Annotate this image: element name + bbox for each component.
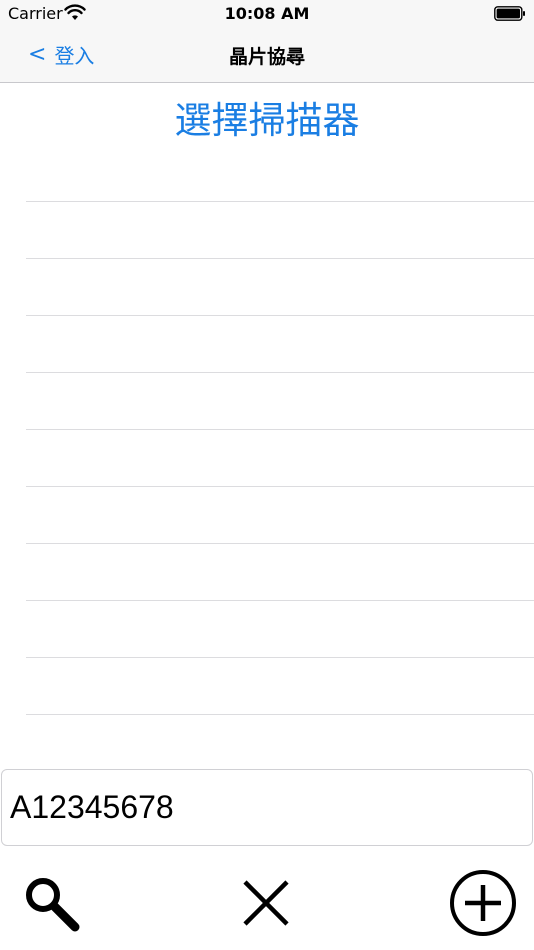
close-icon (243, 880, 289, 926)
list-item[interactable] (26, 544, 534, 601)
chip-number-field-container (1, 769, 533, 846)
list-item[interactable] (26, 145, 534, 202)
select-scanner-button[interactable]: 選擇掃描器 (0, 90, 534, 144)
bottom-toolbar (0, 848, 534, 950)
chip-number-input[interactable] (2, 770, 532, 845)
search-button[interactable] (16, 868, 86, 938)
scanner-list (26, 145, 534, 715)
list-item[interactable] (26, 601, 534, 658)
plus-circle-icon (450, 870, 516, 936)
clear-button[interactable] (231, 868, 301, 938)
list-item[interactable] (26, 316, 534, 373)
search-icon (26, 878, 80, 932)
list-item[interactable] (26, 430, 534, 487)
add-button[interactable] (448, 868, 518, 938)
list-item[interactable] (26, 259, 534, 316)
status-bar: Carrier 10:08 AM (0, 0, 534, 28)
battery-icon (494, 6, 525, 21)
list-item[interactable] (26, 202, 534, 259)
list-item[interactable] (26, 373, 534, 430)
navigation-bar: < 登入 晶片協尋 (0, 28, 534, 83)
list-item[interactable] (26, 487, 534, 544)
status-time: 10:08 AM (224, 4, 310, 23)
page-title: 晶片協尋 (228, 46, 305, 68)
list-item[interactable] (26, 658, 534, 715)
